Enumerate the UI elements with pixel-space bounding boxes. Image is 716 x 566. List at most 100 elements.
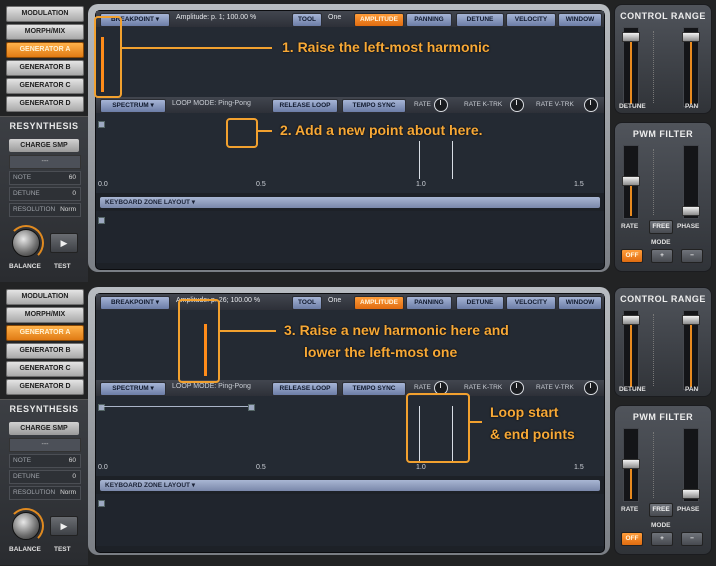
tool-button[interactable]: TOOL xyxy=(292,13,322,27)
mode-plus-button[interactable]: + xyxy=(651,249,673,263)
rate-vtrk-knob[interactable] xyxy=(584,381,598,395)
detune-range-label: DETUNE xyxy=(619,386,646,393)
test-play-button[interactable]: ▶ xyxy=(50,516,78,536)
morph-mix-button[interactable]: MORPH/MIX xyxy=(6,24,84,40)
note-field[interactable]: NOTE 60 xyxy=(9,171,81,185)
pwm-rate-slider[interactable] xyxy=(622,145,640,219)
generator-d-button[interactable]: GENERATOR D xyxy=(6,96,84,112)
mode-off-button[interactable]: OFF xyxy=(621,532,643,546)
velocity-tab[interactable]: VELOCITY xyxy=(506,296,556,310)
sample-name-field[interactable]: --- xyxy=(9,438,81,452)
tool-button[interactable]: TOOL xyxy=(292,296,322,310)
pwm-phase-slider[interactable] xyxy=(682,428,700,502)
velocity-tab[interactable]: VELOCITY xyxy=(506,13,556,27)
tool-value[interactable]: One xyxy=(328,14,341,21)
balance-knob[interactable] xyxy=(12,512,40,540)
loop-start-marker[interactable] xyxy=(419,141,420,179)
spectrum-dropdown[interactable]: SPECTRUM ▾ xyxy=(100,99,166,113)
spectrum-dropdown[interactable]: SPECTRUM ▾ xyxy=(100,382,166,396)
window-tab[interactable]: WINDOW xyxy=(558,13,602,27)
balance-knob[interactable] xyxy=(12,229,40,257)
pwm-filter-title: PWM FILTER xyxy=(632,412,694,422)
keyboard-zone-dropdown[interactable]: KEYBOARD ZONE LAYOUT ▾ xyxy=(100,480,600,491)
breakpoint-dropdown[interactable]: BREAKPOINT ▾ xyxy=(100,296,170,310)
mode-minus-button[interactable]: − xyxy=(681,249,703,263)
screenshot-panel-2: MODULATION MORPH/MIX GENERATOR A GENERAT… xyxy=(0,283,716,566)
mode-off-button[interactable]: OFF xyxy=(621,249,643,263)
amplitude-tab[interactable]: AMPLITUDE xyxy=(354,296,404,310)
detune-tab[interactable]: DETUNE xyxy=(456,13,504,27)
slider-handle[interactable] xyxy=(622,176,640,186)
morph-mix-button[interactable]: MORPH/MIX xyxy=(6,307,84,323)
resolution-field[interactable]: RESOLUTION Norm xyxy=(9,486,81,500)
generator-b-button[interactable]: GENERATOR B xyxy=(6,343,84,359)
mode-label: MODE xyxy=(651,522,671,529)
rate-ktrk-knob[interactable] xyxy=(510,381,524,395)
release-loop-button[interactable]: RELEASE LOOP xyxy=(272,99,338,113)
generator-c-button[interactable]: GENERATOR C xyxy=(6,361,84,377)
generator-d-button[interactable]: GENERATOR D xyxy=(6,379,84,395)
detune-field[interactable]: DETUNE 0 xyxy=(9,470,81,484)
note-value: 60 xyxy=(68,174,76,181)
panning-tab[interactable]: PANNING xyxy=(406,13,452,27)
detune-range-slider[interactable] xyxy=(622,310,640,390)
free-button[interactable]: FREE xyxy=(649,220,673,234)
detune-range-slider[interactable] xyxy=(622,27,640,107)
slider-handle[interactable] xyxy=(682,32,700,42)
keyboard-zone-dropdown[interactable]: KEYBOARD ZONE LAYOUT ▾ xyxy=(100,197,600,208)
modulation-button[interactable]: MODULATION xyxy=(6,6,84,22)
pwm-phase-slider[interactable] xyxy=(682,145,700,219)
envelope-point[interactable] xyxy=(248,404,255,411)
test-play-button[interactable]: ▶ xyxy=(50,233,78,253)
tool-value[interactable]: One xyxy=(328,297,341,304)
mode-minus-button[interactable]: − xyxy=(681,532,703,546)
pan-range-slider[interactable] xyxy=(682,310,700,390)
generator-b-button[interactable]: GENERATOR B xyxy=(6,60,84,76)
top-toolbar: BREAKPOINT ▾ Amplitude: p. 26; 100.00 % … xyxy=(96,294,604,310)
annotation-step-3-line-1: 3. Raise a new harmonic here and xyxy=(284,322,509,338)
free-button[interactable]: FREE xyxy=(649,503,673,517)
mode-plus-button[interactable]: + xyxy=(651,532,673,546)
generator-c-button[interactable]: GENERATOR C xyxy=(6,78,84,94)
modulation-button[interactable]: MODULATION xyxy=(6,289,84,305)
slider-handle[interactable] xyxy=(682,206,700,216)
loop-end-marker[interactable] xyxy=(452,141,453,179)
rate-ktrk-knob[interactable] xyxy=(510,98,524,112)
slider-handle[interactable] xyxy=(622,459,640,469)
envelope-point[interactable] xyxy=(98,121,105,128)
loop-mode-label[interactable]: LOOP MODE: Ping-Pong xyxy=(172,383,251,390)
charge-smp-button[interactable]: CHARGE SMP xyxy=(9,422,79,435)
detune-label: DETUNE xyxy=(13,190,40,197)
detune-tab[interactable]: DETUNE xyxy=(456,296,504,310)
pwm-rate-slider[interactable] xyxy=(622,428,640,502)
tempo-sync-button[interactable]: TEMPO SYNC xyxy=(342,99,406,113)
note-field[interactable]: NOTE 60 xyxy=(9,454,81,468)
slider-handle[interactable] xyxy=(622,32,640,42)
keyboard-zone-area[interactable] xyxy=(96,494,604,546)
release-loop-button[interactable]: RELEASE LOOP xyxy=(272,382,338,396)
resolution-field[interactable]: RESOLUTION Norm xyxy=(9,203,81,217)
pwm-phase-label: PHASE xyxy=(677,506,700,513)
keyboard-zone-area[interactable] xyxy=(96,211,604,263)
generator-a-button[interactable]: GENERATOR A xyxy=(6,325,84,341)
pan-range-slider[interactable] xyxy=(682,27,700,107)
amplitude-tab[interactable]: AMPLITUDE xyxy=(354,13,404,27)
annotation-arrow xyxy=(256,130,272,132)
slider-handle[interactable] xyxy=(622,315,640,325)
zone-point[interactable] xyxy=(98,500,105,507)
sample-name-field[interactable]: --- xyxy=(9,155,81,169)
rate-knob[interactable] xyxy=(434,98,448,112)
detune-field[interactable]: DETUNE 0 xyxy=(9,187,81,201)
window-tab[interactable]: WINDOW xyxy=(558,296,602,310)
slider-handle[interactable] xyxy=(682,315,700,325)
play-icon: ▶ xyxy=(60,521,68,531)
tempo-sync-button[interactable]: TEMPO SYNC xyxy=(342,382,406,396)
rate-vtrk-knob[interactable] xyxy=(584,98,598,112)
loop-mode-label[interactable]: LOOP MODE: Ping-Pong xyxy=(172,100,251,107)
charge-smp-button[interactable]: CHARGE SMP xyxy=(9,139,79,152)
slider-handle[interactable] xyxy=(682,489,700,499)
zone-point[interactable] xyxy=(98,217,105,224)
annotation-step-1: 1. Raise the left-most harmonic xyxy=(282,39,490,55)
panning-tab[interactable]: PANNING xyxy=(406,296,452,310)
generator-a-button[interactable]: GENERATOR A xyxy=(6,42,84,58)
